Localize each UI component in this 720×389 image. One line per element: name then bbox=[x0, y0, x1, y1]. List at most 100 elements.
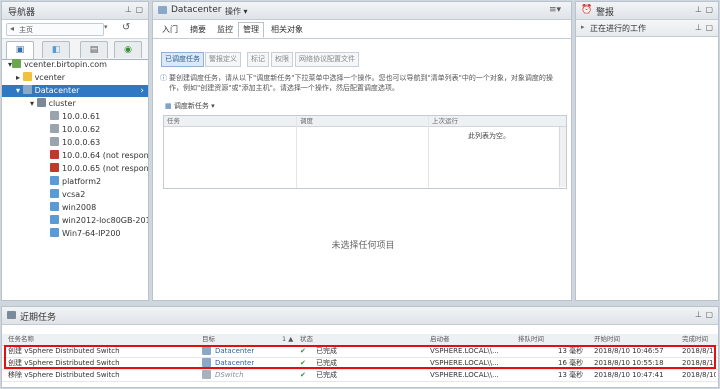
col-initiator[interactable]: 启动者 bbox=[430, 334, 450, 345]
back-button[interactable]: ◂ 主页 bbox=[6, 23, 104, 36]
vm-icon bbox=[50, 189, 59, 198]
tree-node-label: platform2 bbox=[62, 177, 102, 186]
tree-node-vm[interactable]: platform2 bbox=[50, 176, 101, 188]
subtab-alarm-definitions[interactable]: 警报定义 bbox=[205, 52, 241, 67]
recent-tasks-title: 近期任务 bbox=[20, 313, 57, 323]
chevron-right-icon[interactable]: › bbox=[140, 85, 144, 97]
minimize-icon[interactable]: ▢ bbox=[135, 5, 143, 14]
col-queued-for[interactable]: 排队时间 bbox=[518, 334, 544, 345]
pin-icon[interactable]: ⊥ bbox=[125, 5, 132, 14]
grid-header-schedule[interactable]: 调度 bbox=[300, 116, 313, 126]
completed-check-icon: ✔ bbox=[300, 371, 306, 379]
col-completion-time[interactable]: 完成时间 bbox=[682, 334, 708, 345]
tab-summary[interactable]: 摘要 bbox=[186, 23, 210, 37]
dropdown-chevron-icon[interactable]: ▾ bbox=[104, 23, 108, 31]
chevron-down-icon: ▾ bbox=[243, 7, 248, 16]
expand-arrow-icon[interactable]: ▾ bbox=[30, 99, 34, 108]
tree-node-label: win2012-loc80GB-201 bbox=[62, 216, 149, 225]
grid-header-task[interactable]: 任务 bbox=[167, 116, 180, 126]
host-warning-icon bbox=[50, 150, 59, 159]
vm-icon bbox=[50, 176, 59, 185]
object-tabs: 入门 摘要 监控 管理 相关对象 bbox=[153, 22, 571, 39]
work-in-progress-header[interactable]: ▸ 正在进行的工作 ⊥ ▢ bbox=[576, 20, 718, 37]
tree-node-label: Win7-64-IP200 bbox=[62, 229, 121, 238]
col-status[interactable]: 状态 bbox=[300, 334, 313, 345]
chevron-down-icon: ▾ bbox=[211, 102, 215, 110]
host-icon bbox=[50, 124, 59, 133]
tree-node-host[interactable]: 10.0.0.64 (not respondi... bbox=[50, 150, 148, 162]
tree-node-host[interactable]: 10.0.0.63 bbox=[50, 137, 100, 149]
tree-node-vcenter-server[interactable]: ▾ vcenter.birtopin.com bbox=[8, 59, 107, 71]
task-completion-time: 2018/8/10 bbox=[682, 371, 716, 379]
tree-node-vm[interactable]: Win7-64-IP200 bbox=[50, 228, 121, 240]
expand-arrow-icon[interactable]: ▸ bbox=[16, 73, 20, 82]
col-target[interactable]: 目标 bbox=[202, 334, 215, 345]
grid-scrollbar[interactable] bbox=[559, 127, 566, 187]
schedule-new-task-button[interactable]: ▦ 调度新任务 ▾ bbox=[165, 101, 215, 111]
host-icon bbox=[50, 111, 59, 120]
scheduled-tasks-grid: 任务 调度 上次运行 此列表为空。 bbox=[163, 115, 567, 189]
subtab-permissions[interactable]: 权限 bbox=[271, 52, 293, 67]
expand-arrow-icon[interactable]: ▾ bbox=[16, 86, 20, 95]
hosts-clusters-icon: ▣ bbox=[15, 45, 25, 55]
tasks-icon bbox=[7, 311, 16, 319]
recent-tasks-header: 近期任务 ⊥ ▢ bbox=[2, 307, 718, 325]
subtab-network-protocol-profiles[interactable]: 网络协议配置文件 bbox=[295, 52, 359, 67]
minimize-icon[interactable]: ▢ bbox=[705, 310, 713, 319]
datacenter-icon bbox=[22, 85, 32, 94]
col-start-time[interactable]: 开始时间 bbox=[594, 334, 620, 345]
task-start-time: 2018/8/10 10:47:41 bbox=[594, 371, 664, 379]
tree-node-label: cluster bbox=[48, 99, 76, 108]
history-icon[interactable]: ↺ bbox=[122, 22, 130, 33]
host-icon bbox=[50, 137, 59, 146]
task-queued-for: 13 毫秒 bbox=[558, 371, 584, 379]
tab-getting-started[interactable]: 入门 bbox=[158, 23, 182, 37]
vms-templates-tab[interactable]: ◧ bbox=[42, 41, 70, 58]
alarms-header: ⏰ 警报 ⊥ ▢ bbox=[576, 2, 718, 20]
tree-node-label: 10.0.0.65 (not respondi... bbox=[62, 164, 149, 173]
tree-node-datacenter[interactable]: ▾ Datacenter › bbox=[2, 85, 148, 97]
vms-templates-icon: ◧ bbox=[51, 45, 61, 55]
col-task-name[interactable]: 任务名称 bbox=[8, 334, 34, 345]
minimize-icon[interactable]: ▢ bbox=[705, 23, 713, 32]
navigator-tabs: ▣ ◧ ▤ ◉ bbox=[2, 39, 148, 60]
tree-node-label: 10.0.0.61 bbox=[62, 112, 101, 121]
pin-icon[interactable]: ⊥ bbox=[695, 5, 702, 14]
tree-node-host[interactable]: 10.0.0.61 bbox=[50, 111, 100, 123]
actions-menu[interactable]: 操作 ▾ bbox=[225, 6, 248, 17]
networking-tab[interactable]: ◉ bbox=[114, 41, 142, 58]
task-target-link[interactable]: DSwitch bbox=[215, 370, 244, 381]
task-name: 移除 vSphere Distributed Switch bbox=[8, 371, 120, 379]
hosts-clusters-tab[interactable]: ▣ bbox=[6, 41, 34, 59]
tree-node-vcenter-folder[interactable]: ▸ vcenter bbox=[16, 72, 65, 84]
list-menu-icon[interactable]: ≡▾ bbox=[549, 5, 561, 15]
alarms-title: 警报 bbox=[596, 8, 615, 18]
networking-icon: ◉ bbox=[124, 45, 132, 55]
tree-node-vm[interactable]: win2008 bbox=[50, 202, 96, 214]
grid-header-last-run[interactable]: 上次运行 bbox=[432, 116, 458, 126]
tab-monitor[interactable]: 监控 bbox=[213, 23, 237, 37]
tree-node-label: vcenter.birtopin.com bbox=[24, 60, 107, 69]
tree-node-vm[interactable]: win2012-loc80GB-201 bbox=[50, 215, 149, 227]
tree-node-host[interactable]: 10.0.0.62 bbox=[50, 124, 100, 136]
expand-arrow-icon: ▸ bbox=[581, 23, 585, 31]
tab-manage[interactable]: 管理 bbox=[238, 22, 264, 38]
tree-node-label: Datacenter bbox=[34, 86, 80, 95]
subtab-scheduled-tasks[interactable]: 已调度任务 bbox=[161, 52, 204, 67]
tree-node-host[interactable]: 10.0.0.65 (not respondi... bbox=[50, 163, 149, 175]
host-warning-icon bbox=[50, 163, 59, 172]
subtab-tags[interactable]: 标记 bbox=[247, 52, 269, 67]
pin-icon[interactable]: ⊥ bbox=[695, 310, 702, 319]
table-row[interactable]: 移除 vSphere Distributed Switch DSwitch ✔ … bbox=[2, 370, 718, 382]
navigator-panel: 导航器 ⊥ ▢ ◂ 主页 ▾ ↺ ▣ ◧ ▤ ◉ ▾ vcenter.birtop… bbox=[1, 1, 149, 301]
task-status: 已完成 bbox=[316, 371, 337, 379]
minimize-icon[interactable]: ▢ bbox=[705, 5, 713, 14]
tree-node-vm[interactable]: vcsa2 bbox=[50, 189, 85, 201]
sort-asc-icon[interactable]: 1 ▲ bbox=[282, 334, 293, 345]
pin-icon[interactable]: ⊥ bbox=[695, 23, 702, 32]
storage-tab[interactable]: ▤ bbox=[80, 41, 108, 58]
tree-node-label: vcenter bbox=[34, 73, 66, 82]
tab-related-objects[interactable]: 相关对象 bbox=[267, 23, 307, 37]
task-initiator: VSPHERE.LOCAL\\... bbox=[430, 371, 499, 379]
tree-node-cluster[interactable]: ▾ cluster bbox=[30, 98, 76, 110]
